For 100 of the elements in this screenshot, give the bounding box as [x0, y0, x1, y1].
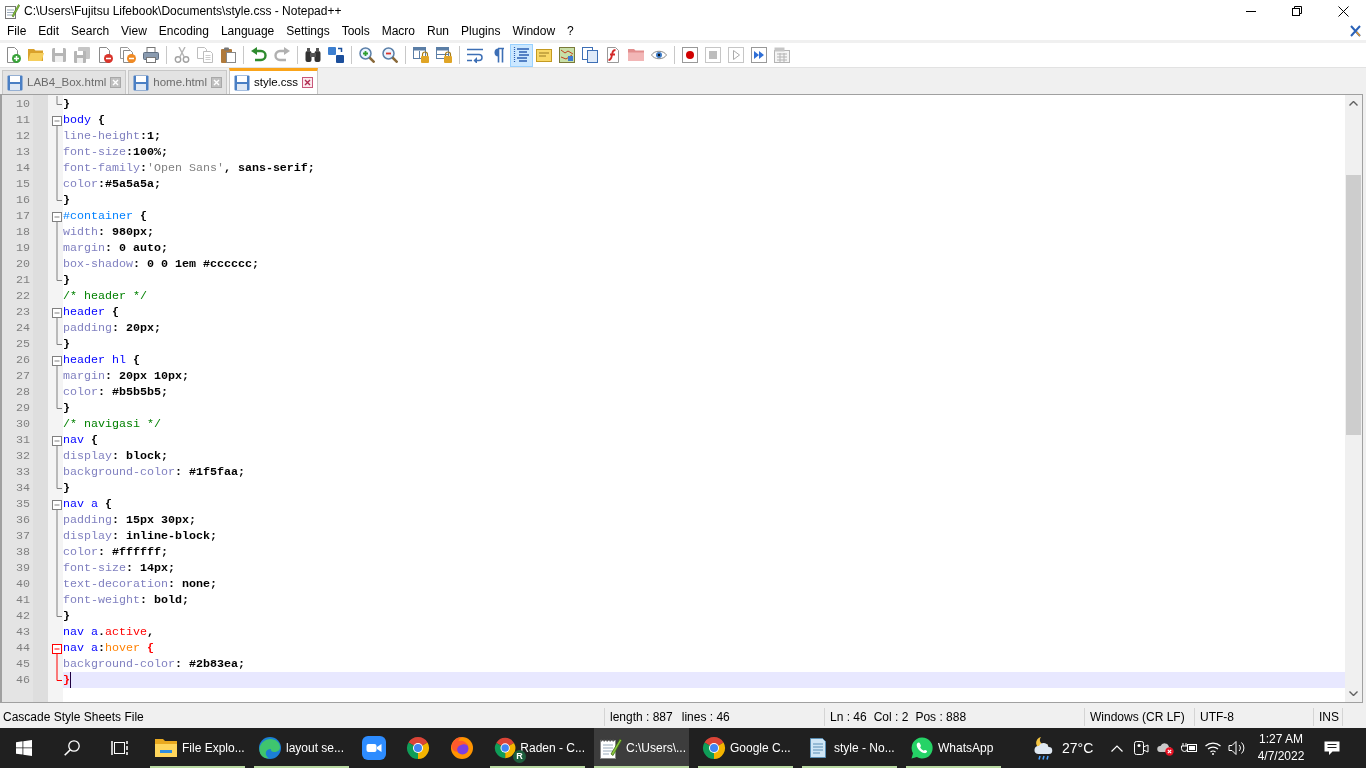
- pages-minus-icon: [120, 47, 136, 63]
- speaker-icon[interactable]: [1228, 740, 1246, 756]
- cloud-error-icon[interactable]: [1156, 740, 1174, 756]
- code-line: font-size:100%;: [63, 144, 168, 160]
- taskbar-button[interactable]: layout se...: [254, 728, 349, 768]
- window-title: C:\Users\Fujitsu Lifebook\Documents\style.css - Notepad++: [24, 3, 342, 20]
- code-line: nav a.active,: [63, 624, 154, 640]
- stop-icon: [705, 47, 721, 63]
- code-line: background-color: #1f5faa;: [63, 464, 245, 480]
- window-lock-icon: [413, 47, 429, 63]
- camera-icon[interactable]: [1133, 740, 1149, 756]
- menu-item[interactable]: Language: [214, 22, 281, 40]
- file-tab[interactable]: LAB4_Box.html: [2, 70, 127, 94]
- collapse-icon[interactable]: [52, 308, 62, 320]
- folder-icon: [628, 47, 644, 63]
- copy-icon: [197, 47, 213, 63]
- fast-forward-icon: [751, 47, 767, 63]
- menu-item[interactable]: ?: [561, 22, 580, 40]
- scrollbar[interactable]: [1345, 95, 1362, 702]
- new-file-icon: [5, 47, 21, 63]
- line-number: 27: [15, 368, 31, 384]
- scroll-down-icon[interactable]: [1349, 691, 1358, 696]
- panel-icon: [536, 47, 552, 63]
- code-line: margin: 0 auto;: [63, 240, 168, 256]
- taskbar-button[interactable]: C:\Users\...: [594, 728, 689, 768]
- code-line: }: [63, 192, 70, 208]
- menu-item[interactable]: Macro: [375, 22, 421, 40]
- code-line: }: [63, 608, 70, 624]
- line-label: Ln : 46: [830, 709, 867, 726]
- zoom-out-icon: [382, 47, 398, 63]
- menu-item[interactable]: Edit: [32, 22, 66, 40]
- line-number: 21: [15, 272, 31, 288]
- code-line: font-size: 14px;: [63, 560, 175, 576]
- undo-icon: [251, 47, 267, 63]
- menu-item[interactable]: Settings: [280, 22, 336, 40]
- collapse-icon[interactable]: [52, 212, 62, 224]
- menu-item[interactable]: Encoding: [152, 22, 215, 40]
- code-line: header {: [63, 304, 119, 320]
- weather-button[interactable]: 27°C: [1030, 728, 1105, 768]
- collapse-icon[interactable]: [52, 644, 62, 656]
- code-line: body {: [63, 112, 105, 128]
- notification-icon[interactable]: [1324, 740, 1340, 756]
- menu-item[interactable]: Search: [65, 22, 116, 40]
- code-line: /* navigasi */: [63, 416, 161, 432]
- floppy-disks-icon: [74, 47, 90, 63]
- folder-icon: [154, 736, 178, 760]
- close-icon[interactable]: [302, 77, 314, 88]
- line-number: 23: [15, 304, 31, 320]
- search-icon[interactable]: [64, 740, 80, 756]
- collapse-icon[interactable]: [52, 436, 62, 448]
- menu-item[interactable]: File: [1, 22, 33, 40]
- line-number: 45: [15, 656, 31, 672]
- code-line: display: inline-block;: [63, 528, 217, 544]
- menu-item[interactable]: Tools: [335, 22, 376, 40]
- menu-item[interactable]: Run: [421, 22, 456, 40]
- taskbar-button[interactable]: style - No...: [802, 728, 897, 768]
- line-number: 43: [15, 624, 31, 640]
- line-number: 40: [15, 576, 31, 592]
- line-number: 46: [15, 672, 31, 688]
- scrollbar-thumb[interactable]: [1346, 175, 1361, 435]
- line-number: 19: [15, 240, 31, 256]
- indent-guide-icon: [513, 47, 529, 63]
- collapse-icon[interactable]: [52, 500, 62, 512]
- line-number: 22: [15, 288, 31, 304]
- menu-item[interactable]: Plugins: [455, 22, 507, 40]
- wifi-icon[interactable]: [1205, 741, 1221, 755]
- taskbar-button[interactable]: WhatsApp: [906, 728, 1001, 768]
- code-line: #container {: [63, 208, 147, 224]
- file-tab[interactable]: style.css: [228, 68, 319, 94]
- line-number: 30: [15, 416, 31, 432]
- collapse-icon[interactable]: [52, 116, 62, 128]
- window-lock-icon: [436, 47, 452, 63]
- code-line: margin: 20px 10px;: [63, 368, 189, 384]
- line-number: 37: [15, 528, 31, 544]
- menu-item[interactable]: Window: [506, 22, 562, 40]
- notepad-icon: [4, 3, 20, 19]
- task-view-icon[interactable]: [111, 740, 129, 756]
- scroll-up-icon[interactable]: [1349, 101, 1358, 106]
- code-line: }: [63, 672, 70, 688]
- code-line: text-decoration: none;: [63, 576, 217, 592]
- eol-label: Windows (CR LF): [1090, 709, 1185, 726]
- line-number: 39: [15, 560, 31, 576]
- line-number: 42: [15, 608, 31, 624]
- taskbar-button[interactable]: File Explo...: [150, 728, 245, 768]
- chevron-up-icon[interactable]: [1111, 744, 1123, 752]
- collapse-icon[interactable]: [52, 356, 62, 368]
- file-tab[interactable]: home.html: [128, 70, 227, 94]
- battery-icon[interactable]: [1180, 742, 1198, 754]
- taskbar-button[interactable]: Google C...: [698, 728, 793, 768]
- code-line: width: 980px;: [63, 224, 154, 240]
- code-line: /* header */: [63, 288, 147, 304]
- swirl-icon: [258, 736, 282, 760]
- video-camera-icon: [362, 736, 386, 760]
- close-icon[interactable]: [1350, 25, 1361, 37]
- line-number: 31: [15, 432, 31, 448]
- menu-item[interactable]: View: [115, 22, 153, 40]
- start-icon[interactable]: [16, 740, 32, 756]
- clock-button[interactable]: 1:27 AM 4/7/2022: [1249, 728, 1313, 768]
- line-number: 28: [15, 384, 31, 400]
- script-icon: [605, 47, 621, 63]
